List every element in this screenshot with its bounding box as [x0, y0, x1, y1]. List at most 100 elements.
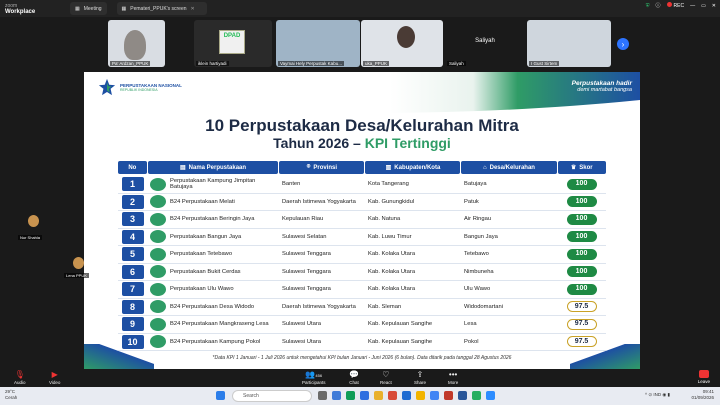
row-provinsi: Banten	[282, 181, 301, 187]
control-label: Leave	[697, 379, 710, 384]
info-icon[interactable]: ⓘ	[655, 2, 660, 9]
heart-icon: ♡	[382, 370, 390, 379]
tab-icon: ▦	[75, 5, 80, 12]
next-page-button[interactable]: ›	[617, 38, 629, 50]
participant-tile[interactable]: DPAD iklein hartiyadi	[194, 20, 272, 67]
word-icon[interactable]	[458, 391, 467, 400]
row-number-box: 5	[121, 247, 144, 262]
participant-tile[interactable]: Saliyah Saliyah	[445, 20, 525, 67]
row-desa: Batujaya	[464, 181, 487, 187]
score-pill: 100	[566, 231, 597, 243]
participant-name: uka_PPUK	[363, 61, 390, 66]
recording-indicator[interactable]: REC	[666, 2, 684, 9]
app-icon[interactable]	[388, 391, 397, 400]
book-icon: ▤	[180, 165, 186, 171]
header-label: Skor	[579, 164, 593, 171]
header-nama: ▤ Nama Perpustakaan	[147, 161, 279, 174]
participant-tile[interactable]: Vaymai Hely Perpustak Kabu...	[276, 20, 360, 67]
row-nama: Perpustakaan Tetebawo	[147, 247, 279, 261]
library-icon	[150, 300, 166, 314]
row-provinsi: Sulawesi Tenggara	[282, 268, 331, 275]
row-kab: Kab. Kolaka Utara	[368, 268, 416, 275]
library-icon	[150, 317, 166, 331]
score-pill: 100	[566, 283, 597, 295]
participants-button[interactable]: 👥456 Participants	[302, 370, 326, 385]
participant-tile[interactable]: I Gust Sirtem	[527, 20, 611, 67]
share-icon: ⇪	[416, 370, 424, 379]
system-tray[interactable]: ^ ⊙ IND ◉ ▮	[645, 392, 670, 398]
audio-button[interactable]: 🎙 Audio	[14, 370, 26, 385]
row-desa: Pokol	[464, 338, 479, 345]
participant-big-name: Saliyah	[475, 38, 495, 44]
row-skor: 100	[557, 178, 606, 190]
leave-icon	[698, 370, 709, 378]
participant-strip: Pa' Ardzan_PPUK DPAD iklein hartiyadi Va…	[0, 17, 720, 69]
row-nama: B24 Perpustakaan Desa Widodo	[147, 300, 279, 314]
clock[interactable]: 09:41 01/09/2026	[691, 389, 714, 401]
shared-slide: PERPUSTAKAAN NASIONAL REPUBLIK INDONESIA…	[84, 72, 640, 369]
table-row: 9 B24 Perpustakaan Mangkraseng Lesa Sulawe…	[118, 316, 606, 334]
floating-name: Nur Shahla	[18, 235, 43, 240]
chat-icon: 💬	[349, 370, 359, 379]
participant-name: iklein hartiyadi	[196, 61, 229, 66]
tagline-line2: demi martabat bangsa	[577, 87, 632, 93]
leave-button[interactable]: Leave	[698, 370, 710, 384]
score-pill: 100	[566, 248, 597, 260]
control-label: More	[448, 380, 459, 385]
control-label: Chat	[349, 380, 359, 385]
app-icon[interactable]	[332, 391, 341, 400]
row-desa: Tetebawo	[464, 251, 489, 257]
participant-tile[interactable]: uka_PPUK	[361, 20, 443, 67]
share-button[interactable]: ⇪ Share	[414, 370, 426, 385]
row-nama: B24 Perpustakaan Kampung Pokol	[147, 335, 279, 349]
row-number-box: 1	[121, 177, 144, 192]
app-icon[interactable]	[318, 391, 327, 400]
app-icon[interactable]	[402, 391, 411, 400]
app-icon[interactable]	[416, 391, 425, 400]
app-icon[interactable]	[360, 391, 369, 400]
library-icon	[150, 282, 166, 296]
table-row: 6 Perpustakaan Bukit Cerdas Sulawesi Tengg…	[118, 264, 606, 281]
more-button[interactable]: ••• More	[448, 370, 458, 385]
meeting-controls: 🎙 Audio ▶ Video 👥456 Participants 💬 Chat ♡ Re…	[0, 369, 720, 387]
app-icon[interactable]	[444, 391, 453, 400]
row-nama: Perpustakaan Kampung Jimpitan Batujaya	[147, 177, 279, 191]
row-number-box: 6	[121, 264, 144, 279]
react-button[interactable]: ♡ React	[380, 370, 392, 385]
close-window-icon[interactable]: ✕	[712, 3, 716, 9]
header-provinsi: ⌾ Provinsi	[279, 161, 365, 174]
row-skor: 100	[557, 231, 606, 243]
header-desa: ⌂ Desa/Kelurahan	[461, 161, 557, 174]
chrome-icon[interactable]	[430, 391, 439, 400]
search-box[interactable]: Search	[232, 390, 312, 402]
close-icon[interactable]: ✕	[191, 6, 195, 12]
video-button[interactable]: ▶ Video	[49, 370, 60, 385]
tab-screen-share[interactable]: ▦ Pemateri_PPUK's screen ✕	[116, 2, 207, 15]
row-number-box: 8	[121, 299, 144, 314]
row-number: 5	[118, 247, 147, 262]
minimize-icon[interactable]: —	[690, 3, 695, 9]
score-pill: 100	[566, 196, 597, 208]
score-pill: 100	[566, 266, 597, 278]
chat-button[interactable]: 💬 Chat	[349, 370, 359, 385]
row-kab: Kab. Kepulauan Sangihe	[368, 321, 433, 327]
app-icon[interactable]	[346, 391, 355, 400]
row-kab: Kab. Sleman	[368, 303, 402, 310]
weather-widget[interactable]: 29°C Cerah	[5, 389, 17, 400]
zoom-icon[interactable]	[486, 391, 495, 400]
row-nama: Perpustakaan Ulu Wawo	[147, 282, 279, 296]
folder-icon[interactable]	[374, 391, 383, 400]
clock-date: 01/09/2026	[691, 395, 714, 400]
app-icon[interactable]	[472, 391, 481, 400]
tab-meeting[interactable]: ▦ Meeting	[70, 2, 107, 15]
shield-icon: ⛨	[645, 2, 650, 9]
trophy-icon: ♛	[570, 165, 577, 171]
restore-icon[interactable]: ▭	[701, 3, 706, 9]
start-icon[interactable]	[216, 391, 225, 400]
row-nama: Perpustakaan Bangun Jaya	[147, 230, 279, 244]
row-number: 6	[118, 264, 147, 279]
library-icon	[150, 265, 166, 279]
participant-tile[interactable]: Pa' Ardzan_PPUK	[108, 20, 165, 67]
people-icon: 👥456	[305, 370, 323, 379]
floating-name: Lena PPUK	[64, 273, 89, 278]
